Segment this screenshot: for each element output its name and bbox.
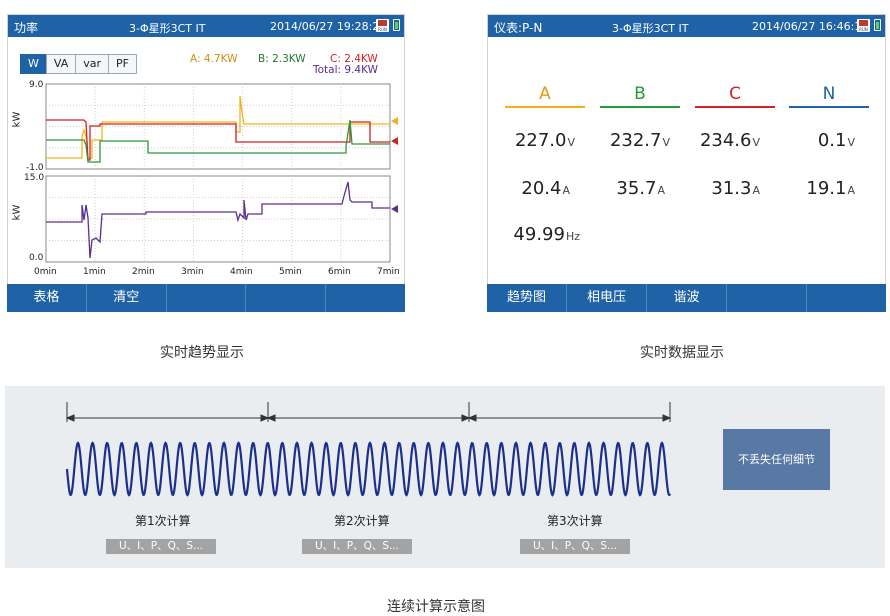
sine-wave — [65, 441, 672, 497]
phase-header-c: C — [729, 84, 741, 104]
voltage-b: 232.7V — [590, 130, 670, 151]
softkey-table[interactable]: 表格 — [7, 284, 87, 312]
current-n-value: 19.1 — [806, 178, 847, 199]
frequency: 49.99Hz — [495, 224, 580, 245]
right-wiring-mode: 3-Φ星形3CT IT — [612, 22, 689, 35]
calc-params-1: U、I、P、Q、S... — [106, 539, 216, 554]
phase-a-marker — [391, 117, 398, 125]
right-screen: 仪表:P-N 3-Φ星形3CT IT 2014/06/27 16:46:14 R… — [487, 14, 886, 312]
phase-header-a: A — [539, 84, 551, 104]
voltage-b-unit: V — [662, 136, 670, 149]
calc-label-2: 第2次计算 — [334, 514, 390, 528]
right-title-bar: 仪表:P-N 3-Φ星形3CT IT 2014/06/27 16:46:14 R… — [488, 15, 885, 37]
softkey-empty-4[interactable] — [727, 284, 807, 312]
phase-underline-a — [505, 106, 585, 108]
left-softkey-bar: 表格 清空 — [7, 284, 405, 312]
calc-params-2: U、I、P、Q、S... — [302, 539, 412, 554]
x-tick-0: 0min — [34, 267, 57, 277]
phase-underline-c — [695, 106, 775, 108]
x-tick-6: 6min — [328, 267, 351, 277]
x-tick-7: 7min — [377, 267, 400, 277]
softkey-empty-4[interactable] — [246, 284, 327, 312]
voltage-a-unit: V — [567, 136, 575, 149]
current-a-value: 20.4 — [521, 178, 562, 199]
total-marker — [391, 205, 398, 213]
softkey-empty-3[interactable] — [167, 284, 247, 312]
softkey-clear[interactable]: 清空 — [87, 284, 167, 312]
voltage-n-value: 0.1 — [817, 130, 847, 151]
voltage-c-value: 234.6 — [699, 130, 752, 151]
span-arrow-2 — [266, 414, 471, 422]
right-datetime: 2014/06/27 16:46:14 — [752, 20, 869, 33]
x-tick-3: 3min — [181, 267, 204, 277]
run-icon: RUN — [857, 19, 870, 32]
voltage-n-unit: V — [847, 136, 855, 149]
span-arrow-1 — [65, 414, 270, 422]
current-c-value: 31.3 — [711, 178, 752, 199]
current-a: 20.4A — [495, 178, 570, 199]
current-a-unit: A — [562, 184, 570, 197]
phase-underline-n — [789, 106, 869, 108]
current-n: 19.1A — [780, 178, 855, 199]
current-n-unit: A — [847, 184, 855, 197]
softkey-empty-5[interactable] — [326, 284, 405, 312]
bottom-chart — [45, 175, 398, 263]
voltage-n: 0.1V — [775, 130, 855, 151]
calc-label-1: 第1次计算 — [135, 514, 191, 528]
frequency-unit: Hz — [565, 230, 580, 243]
voltage-a: 227.0V — [495, 130, 575, 151]
frequency-value: 49.99 — [513, 224, 565, 245]
current-c: 31.3A — [685, 178, 760, 199]
no-detail-lost-box: 不丢失任何细节 — [723, 429, 830, 490]
x-tick-5: 5min — [279, 267, 302, 277]
x-tick-4: 4min — [230, 267, 253, 277]
span-arrow-3 — [467, 414, 672, 422]
softkey-trend[interactable]: 趋势图 — [487, 284, 567, 312]
run-badge-text: RUN — [859, 27, 868, 32]
phase-c-marker — [391, 137, 398, 145]
x-tick-1: 1min — [83, 267, 106, 277]
voltage-c: 234.6V — [680, 130, 760, 151]
calc-label-3: 第3次计算 — [547, 514, 603, 528]
voltage-a-value: 227.0 — [514, 130, 567, 151]
trend-charts — [45, 83, 398, 263]
softkey-empty-5[interactable] — [807, 284, 886, 312]
right-screen-title: 仪表:P-N — [494, 21, 543, 35]
current-c-unit: A — [752, 184, 760, 197]
top-chart — [45, 83, 398, 170]
current-b-unit: A — [657, 184, 665, 197]
softkey-phase-voltage[interactable]: 相电压 — [567, 284, 647, 312]
x-tick-2: 2min — [132, 267, 155, 277]
caption-data: 实时数据显示 — [640, 345, 724, 361]
right-softkey-bar: 趋势图 相电压 谐波 — [487, 284, 886, 312]
current-b: 35.7A — [590, 178, 665, 199]
battery-icon — [874, 19, 881, 31]
voltage-c-unit: V — [752, 136, 760, 149]
phase-header-n: N — [822, 84, 836, 104]
caption-continuous-calc: 连续计算示意图 — [387, 599, 485, 615]
calc-params-3: U、I、P、Q、S... — [520, 539, 630, 554]
no-detail-lost-text: 不丢失任何细节 — [738, 453, 815, 466]
softkey-harmonics[interactable]: 谐波 — [647, 284, 727, 312]
caption-trend: 实时趋势显示 — [160, 345, 244, 361]
phase-underline-b — [600, 106, 680, 108]
current-b-value: 35.7 — [616, 178, 657, 199]
voltage-b-value: 232.7 — [609, 130, 662, 151]
phase-header-b: B — [634, 84, 646, 104]
